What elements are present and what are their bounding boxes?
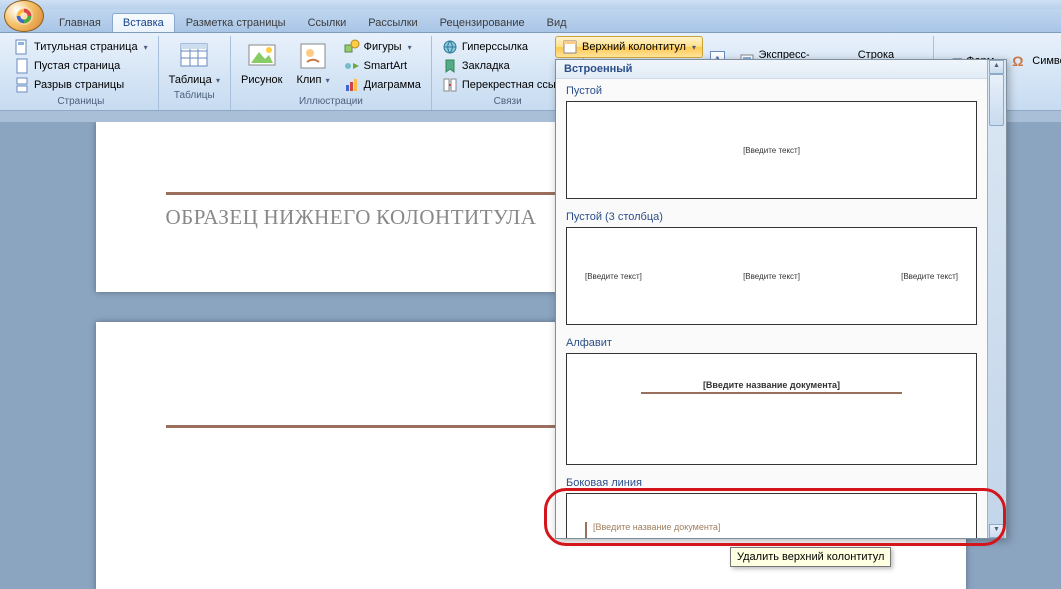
picture-icon (246, 40, 278, 72)
page-break-label: Разрыв страницы (34, 79, 124, 91)
picture-button[interactable]: Рисунок (237, 38, 287, 88)
gallery-item-side[interactable]: Боковая линия [Введите название документ… (556, 471, 987, 538)
gallery-preview: [Введите название документа] (566, 353, 977, 465)
header-dropdown-button[interactable]: Верхний колонтитул ▾ (555, 36, 703, 58)
gallery-item-empty3[interactable]: Пустой (3 столбца) [Введите текст] [Введ… (556, 205, 987, 331)
table-icon (178, 40, 210, 72)
chart-label: Диаграмма (364, 79, 421, 91)
shapes-button[interactable]: Фигуры ▾ (340, 38, 425, 56)
tab-main[interactable]: Главная (48, 13, 112, 32)
chevron-down-icon: ▾ (323, 76, 329, 85)
blank-page-button[interactable]: Пустая страница (10, 57, 152, 75)
table-button[interactable]: Таблица ▾ (165, 38, 224, 88)
chevron-down-icon: ▾ (408, 43, 412, 52)
office-button[interactable] (4, 0, 44, 32)
smartart-icon (344, 58, 360, 74)
chart-icon (344, 77, 360, 93)
preview-placeholder: [Введите название документа] (593, 522, 720, 532)
crossref-icon (442, 77, 458, 93)
header-label: Верхний колонтитул (582, 41, 686, 53)
tooltip: Удалить верхний колонтитул (730, 547, 891, 567)
title-page-button[interactable]: Титульная страница ▾ (10, 38, 152, 56)
chart-button[interactable]: Диаграмма (340, 76, 425, 94)
gallery-item-empty[interactable]: Пустой [Введите текст] (556, 79, 987, 205)
page-break-icon (14, 77, 30, 93)
preview-rule (641, 392, 902, 394)
group-tables: Таблица ▾ Таблицы (159, 36, 231, 110)
blank-page-icon (14, 58, 30, 74)
preview-bar (585, 522, 587, 538)
gallery-item-label: Пустой (3 столбца) (566, 211, 977, 223)
table-label: Таблица (169, 74, 212, 86)
tab-refs[interactable]: Ссылки (297, 13, 358, 32)
chevron-down-icon: ▾ (144, 43, 148, 52)
chevron-down-icon: ▾ (214, 76, 220, 85)
gallery-preview: [Введите название документа] (566, 493, 977, 538)
title-page-icon (14, 39, 30, 55)
group-illus-label: Иллюстрации (237, 94, 425, 110)
gallery-item-label: Алфавит (566, 337, 977, 349)
title-page-label: Титульная страница (34, 41, 138, 53)
clip-button[interactable]: Клип ▾ (292, 38, 333, 88)
tab-view[interactable]: Вид (536, 13, 578, 32)
scroll-thumb[interactable] (989, 74, 1004, 126)
scroll-up-arrow[interactable]: ▲ (989, 60, 1004, 74)
preview-placeholder: [Введите текст] (901, 272, 958, 281)
group-pages-label: Страницы (10, 94, 152, 110)
symbol-button[interactable]: Ω Симво (1008, 52, 1061, 70)
hyperlink-label: Гиперссылка (462, 41, 528, 53)
blank-page-label: Пустая страница (34, 60, 120, 72)
header-gallery: Встроенный Пустой [Введите текст] Пустой… (555, 59, 1007, 539)
group-pages: Титульная страница ▾ Пустая страница Разр… (4, 36, 159, 110)
hyperlink-icon (442, 39, 458, 55)
clip-icon (297, 40, 329, 72)
clip-label: Клип (296, 74, 321, 86)
scroll-down-arrow[interactable]: ▼ (989, 524, 1004, 538)
page-break-button[interactable]: Разрыв страницы (10, 76, 152, 94)
chevron-down-icon: ▾ (692, 43, 696, 52)
gallery-preview: [Введите текст] [Введите текст] [Введите… (566, 227, 977, 325)
tab-insert[interactable]: Вставка (112, 13, 175, 32)
gallery-item-label: Боковая линия (566, 477, 977, 489)
gallery-preview: [Введите текст] (566, 101, 977, 199)
gallery-item-alpha[interactable]: Алфавит [Введите название документа] (556, 331, 987, 471)
gallery-section-builtin: Встроенный (556, 60, 987, 79)
omega-icon: Ω (1012, 53, 1028, 69)
gallery-scrollbar[interactable]: ▲ ▼ (987, 60, 1006, 538)
header-icon (562, 39, 578, 55)
bookmark-icon (442, 58, 458, 74)
preview-placeholder: [Введите текст] (743, 272, 800, 281)
preview-placeholder: [Введите текст] (743, 146, 800, 155)
picture-label: Рисунок (241, 74, 283, 86)
tab-review[interactable]: Рецензирование (429, 13, 536, 32)
group-illustrations: Рисунок Клип ▾ Фигуры ▾ SmartArt Диаграмм… (231, 36, 432, 110)
tab-mail[interactable]: Рассылки (357, 13, 428, 32)
preview-placeholder: [Введите текст] (585, 272, 642, 281)
ribbon-tabs: Главная Вставка Разметка страницы Ссылки… (0, 9, 1061, 33)
smartart-label: SmartArt (364, 60, 407, 72)
bookmark-label: Закладка (462, 60, 510, 72)
gallery-item-label: Пустой (566, 85, 977, 97)
shapes-label: Фигуры (364, 41, 402, 53)
symbol-label: Симво (1032, 55, 1061, 67)
shapes-icon (344, 39, 360, 55)
group-tables-label: Таблицы (165, 88, 224, 104)
tab-layout[interactable]: Разметка страницы (175, 13, 297, 32)
smartart-button[interactable]: SmartArt (340, 57, 425, 75)
preview-placeholder: [Введите название документа] (703, 380, 840, 390)
